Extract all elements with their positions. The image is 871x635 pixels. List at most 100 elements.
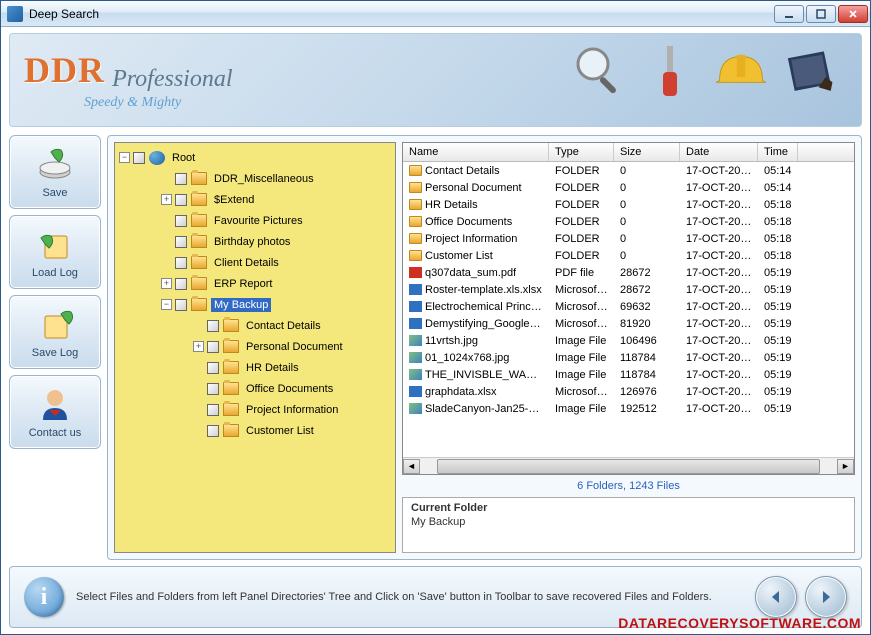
expand-spacer — [161, 257, 172, 268]
file-list[interactable]: NameTypeSizeDateTime Contact DetailsFOLD… — [402, 142, 855, 475]
tree-node[interactable]: Office Documents — [117, 378, 393, 399]
file-row[interactable]: Personal DocumentFOLDER017-OCT-201205:14 — [403, 179, 854, 196]
tree-checkbox[interactable] — [133, 152, 145, 164]
load-log-button[interactable]: Load Log — [9, 215, 101, 289]
save-log-button[interactable]: Save Log — [9, 295, 101, 369]
tree-label: Project Information — [243, 403, 341, 417]
tree-checkbox[interactable] — [175, 173, 187, 185]
tree-node[interactable]: +$Extend — [117, 189, 393, 210]
minimize-button[interactable] — [774, 5, 804, 23]
file-row[interactable]: 11vrtsh.jpgImage File10649617-OCT-201205… — [403, 332, 854, 349]
file-icon — [409, 284, 422, 295]
tree-checkbox[interactable] — [175, 278, 187, 290]
tree-checkbox[interactable] — [207, 320, 219, 332]
file-row[interactable]: Office DocumentsFOLDER017-OCT-201205:18 — [403, 213, 854, 230]
cell-date: 17-OCT-2012 — [680, 284, 758, 296]
expand-toggle[interactable]: − — [161, 299, 172, 310]
tree-node[interactable]: HR Details — [117, 357, 393, 378]
titlebar[interactable]: Deep Search — [1, 1, 870, 27]
cell-time: 05:18 — [758, 199, 798, 211]
tree-node[interactable]: Favourite Pictures — [117, 210, 393, 231]
tree-node[interactable]: + ERP Report — [117, 273, 393, 294]
expand-toggle[interactable]: + — [161, 278, 172, 289]
tree-checkbox[interactable] — [175, 299, 187, 311]
tree-root[interactable]: − Root — [117, 147, 393, 168]
banner: DDR Professional Speedy & Mighty — [9, 33, 862, 127]
file-list-header[interactable]: NameTypeSizeDateTime — [403, 143, 854, 162]
file-row[interactable]: graphdata.xlsxMicrosoft...12697617-OCT-2… — [403, 383, 854, 400]
tree-label: ERP Report — [211, 277, 276, 291]
file-row[interactable]: q307data_sum.pdfPDF file2867217-OCT-2012… — [403, 264, 854, 281]
prev-button[interactable] — [755, 576, 797, 618]
tree-node[interactable]: Project Information — [117, 399, 393, 420]
file-icon — [409, 386, 422, 397]
cell-size: 192512 — [614, 403, 680, 415]
folder-icon — [223, 424, 239, 437]
tree-checkbox[interactable] — [207, 425, 219, 437]
horizontal-scrollbar[interactable]: ◄ ► — [403, 457, 854, 474]
tree-checkbox[interactable] — [175, 194, 187, 206]
next-button[interactable] — [805, 576, 847, 618]
tree-node[interactable]: Contact Details — [117, 315, 393, 336]
expand-toggle[interactable]: − — [119, 152, 130, 163]
file-row[interactable]: Customer ListFOLDER017-OCT-201205:18 — [403, 247, 854, 264]
column-header-type[interactable]: Type — [549, 143, 614, 161]
tree-label: Root — [169, 151, 198, 165]
cell-type: PDF file — [549, 267, 614, 279]
tree-checkbox[interactable] — [175, 236, 187, 248]
file-row[interactable]: Roster-template.xls.xlsxMicrosoft...2867… — [403, 281, 854, 298]
cell-date: 17-OCT-2012 — [680, 267, 758, 279]
cell-type: Image File — [549, 403, 614, 415]
file-row[interactable]: Demystifying_Google_...Microsoft...81920… — [403, 315, 854, 332]
cell-name: q307data_sum.pdf — [403, 267, 549, 279]
tree-checkbox[interactable] — [207, 341, 219, 353]
info-icon: i — [24, 577, 64, 617]
file-row[interactable]: SladeCanyon-Jan25-0...Image File19251217… — [403, 400, 854, 417]
file-list-body[interactable]: Contact DetailsFOLDER017-OCT-201205:14Pe… — [403, 162, 854, 457]
maximize-button[interactable] — [806, 5, 836, 23]
cell-name: Contact Details — [403, 165, 549, 177]
tree-node[interactable]: +Personal Document — [117, 336, 393, 357]
tree-checkbox[interactable] — [207, 404, 219, 416]
column-header-date[interactable]: Date — [680, 143, 758, 161]
tree-checkbox[interactable] — [207, 362, 219, 374]
contact-us-button[interactable]: Contact us — [9, 375, 101, 449]
column-header-size[interactable]: Size — [614, 143, 680, 161]
scroll-left-button[interactable]: ◄ — [403, 459, 420, 474]
file-row[interactable]: HR DetailsFOLDER017-OCT-201205:18 — [403, 196, 854, 213]
file-icon — [409, 369, 422, 380]
scroll-thumb[interactable] — [437, 459, 820, 474]
cell-size: 0 — [614, 199, 680, 211]
tree-node[interactable]: Birthday photos — [117, 231, 393, 252]
footer-hint: Select Files and Folders from left Panel… — [76, 590, 743, 605]
folder-icon — [191, 235, 207, 248]
folder-tree[interactable]: − Root DDR_Miscellaneous +$ExtendFavourit… — [114, 142, 396, 553]
tree-node[interactable]: Client Details — [117, 252, 393, 273]
expand-toggle[interactable]: + — [161, 194, 172, 205]
file-row[interactable]: THE_INVISBLE_WALL_...Image File11878417-… — [403, 366, 854, 383]
close-button[interactable] — [838, 5, 868, 23]
scroll-right-button[interactable]: ► — [837, 459, 854, 474]
cell-date: 17-OCT-2012 — [680, 199, 758, 211]
tree-checkbox[interactable] — [175, 215, 187, 227]
column-header-name[interactable]: Name — [403, 143, 549, 161]
file-row[interactable]: Electrochemical Principl...Microsoft...6… — [403, 298, 854, 315]
file-icon — [409, 233, 422, 244]
column-header-time[interactable]: Time — [758, 143, 798, 161]
cell-time: 05:19 — [758, 301, 798, 313]
tree-label: DDR_Miscellaneous — [211, 172, 317, 186]
footer: i Select Files and Folders from left Pan… — [9, 566, 862, 628]
tree-node[interactable]: DDR_Miscellaneous — [117, 168, 393, 189]
cell-name: Personal Document — [403, 182, 549, 194]
tree-node[interactable]: Customer List — [117, 420, 393, 441]
tree-checkbox[interactable] — [207, 383, 219, 395]
save-button[interactable]: Save — [9, 135, 101, 209]
file-row[interactable]: 01_1024x768.jpgImage File11878417-OCT-20… — [403, 349, 854, 366]
folder-icon — [191, 214, 207, 227]
tree-checkbox[interactable] — [175, 257, 187, 269]
file-row[interactable]: Contact DetailsFOLDER017-OCT-201205:14 — [403, 162, 854, 179]
tree-node[interactable]: −My Backup — [117, 294, 393, 315]
file-row[interactable]: Project InformationFOLDER017-OCT-201205:… — [403, 230, 854, 247]
cell-time: 05:18 — [758, 233, 798, 245]
expand-toggle[interactable]: + — [193, 341, 204, 352]
